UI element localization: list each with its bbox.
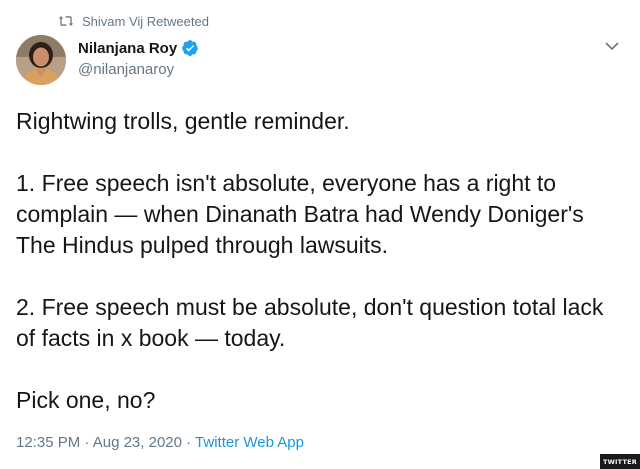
retweet-text: Shivam Vij Retweeted [82,13,209,29]
retweet-icon [58,14,74,28]
tweet-paragraph: Rightwing trolls, gentle reminder. [16,108,350,134]
meta-separator: · [80,434,93,451]
source-app-link[interactable]: Twitter Web App [195,434,304,451]
tweet-date[interactable]: Aug 23, 2020 [93,434,182,451]
avatar[interactable] [16,35,66,85]
twitter-watermark: TWITTER [600,454,640,469]
meta-separator: · [181,434,196,451]
tweet-text: Rightwing trolls, gentle reminder. 1. Fr… [16,106,626,416]
tweet-paragraph: 2. Free speech must be absolute, don't q… [16,294,604,351]
display-name[interactable]: Nilanjana Roy [78,40,177,57]
tweet-paragraph: 1. Free speech isn't absolute, everyone … [16,170,584,258]
chevron-down-icon[interactable] [604,40,620,52]
tweet-time[interactable]: 12:35 PM [16,434,80,451]
retweet-context[interactable]: Shivam Vij Retweeted [58,12,209,30]
author-block: Nilanjana Roy @nilanjanaroy [78,38,199,78]
author-handle[interactable]: @nilanjanaroy [78,61,199,78]
tweet-paragraph: Pick one, no? [16,387,156,413]
author-name-row[interactable]: Nilanjana Roy [78,38,199,58]
tweet-meta: 12:35 PM · Aug 23, 2020 · Twitter Web Ap… [16,434,304,451]
verified-badge-icon [181,39,199,57]
tweet-card: Shivam Vij Retweeted Nilanjana Roy @nila… [0,0,640,469]
